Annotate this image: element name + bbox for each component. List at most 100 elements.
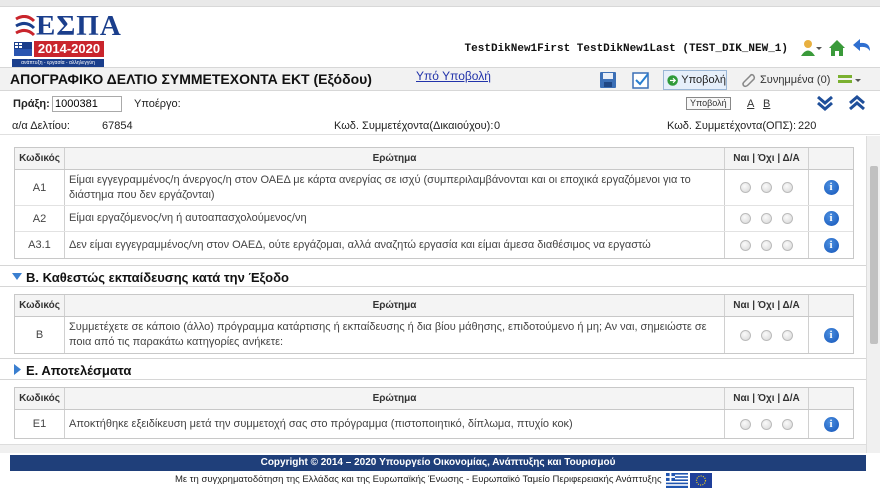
funding-text: Με τη συγχρηματοδότηση της Ελλάδας και τ… [175,474,662,485]
collapsed-arrow-icon [14,364,21,375]
logo-text: ΕΣΠΑ [36,10,122,42]
answer-radios [725,170,809,205]
questionnaire-content: Κωδικός Ερώτημα Ναι | Όχι | Δ/Α Α1 Είμαι… [0,136,866,444]
radio-yes[interactable] [740,213,751,224]
answer-radios [725,232,809,258]
radio-na[interactable] [782,239,793,251]
status-link[interactable]: Υπό Υποβολή [416,69,491,83]
aa-value: 67854 [102,120,133,132]
group-a-table: Κωδικός Ερώτημα Ναι | Όχι | Δ/Α Α1 Είμαι… [14,147,854,259]
answer-radios [725,317,809,353]
vertical-scrollbar[interactable] [866,136,880,453]
answer-radios [725,410,809,438]
row-code: Α2 [15,206,65,231]
section-b-table: Κωδικός Ερώτημα Ναι | Όχι | Δ/Α Β Συμμετ… [14,294,854,354]
row-code: Ε1 [15,410,65,438]
row-code: Β [15,317,65,353]
table-header: Κωδικός Ερώτημα Ναι | Όχι | Δ/Α [15,295,853,317]
radio-na[interactable] [782,213,793,224]
menu-icon[interactable] [836,70,862,90]
radio-na[interactable] [782,418,793,430]
collapse-all-icon[interactable] [816,95,834,114]
delt-info-row: α/α Δελτίου: 67854 Κωδ. Συμμετέχοντα(Δικ… [0,117,880,135]
greek-flag-icon [666,473,688,488]
info-icon[interactable]: i [823,416,839,432]
check-icon[interactable] [632,70,650,90]
section-e-table: Κωδικός Ερώτημα Ναι | Όχι | Δ/Α Ε1 Αποκτ… [14,387,854,439]
submit-button[interactable]: Υποβολή [663,70,727,90]
app-header: ΕΣΠΑ 2014-2020 ανάπτυξη - εργασία - αλλη… [0,7,880,67]
kod-ops-value: 220 [798,120,817,132]
espa-logo: ΕΣΠΑ 2014-2020 ανάπτυξη - εργασία - αλλη… [12,11,121,67]
row-question: Αποκτήθηκε εξειδίκευση μετά την συμμετοχ… [65,410,725,438]
user-icon[interactable] [800,39,822,60]
section-e-title: Ε. Αποτελέσματα [26,363,132,378]
section-b-title: Β. Καθεστώς εκπαίδευσης κατά την Έξοδο [26,270,289,285]
radio-no[interactable] [761,213,772,224]
scrollbar-thumb[interactable] [870,166,878,344]
table-row: Α3.1 Δεν είμαι εγγεγραμμένος/νη στον ΟΑΕ… [15,232,853,258]
header-answer: Ναι | Όχι | Δ/Α [725,148,809,169]
radio-na[interactable] [782,329,793,341]
row-question: Συμμετέχετε σε κάποιο (άλλο) πρόγραμμα κ… [65,317,725,353]
ypoergo-label: Υποέργο: [134,98,181,110]
logo-years: 2014-2020 [34,41,104,57]
info-icon[interactable]: i [823,180,839,195]
header-answer: Ναι | Όχι | Δ/Α [725,388,809,409]
eu-flag-icon [690,473,712,488]
save-icon[interactable] [599,70,617,90]
row-code: Α3.1 [15,232,65,258]
radio-no[interactable] [761,239,772,251]
header-question: Ερώτημα [65,388,725,409]
header-code: Κωδικός [15,388,65,409]
info-icon[interactable]: i [823,327,839,343]
submit-arrow-icon [667,74,678,86]
row-question: Είμαι εργαζόμενος/νη ή αυτοαπασχολούμενο… [65,206,725,231]
info-icon[interactable]: i [823,237,839,253]
radio-yes[interactable] [740,182,751,193]
expand-all-icon[interactable] [848,95,866,114]
logo-tagline: ανάπτυξη - εργασία - αλληλεγγύη [12,59,104,67]
flags-icon [14,42,32,56]
header-code: Κωδικός [15,295,65,316]
info-icon[interactable]: i [823,211,839,226]
submit-tooltip: Υποβολή [686,97,731,110]
attachments-label: Συνημμένα (0) [760,74,831,86]
radio-na[interactable] [782,182,793,193]
table-row: Ε1 Αποκτήθηκε εξειδίκευση μετά την συμμε… [15,410,853,438]
link-a[interactable]: Α [747,98,754,110]
page-title: ΑΠΟΓΡΑΦΙΚΟ ΔΕΛΤΙΟ ΣΥΜΜΕΤΕΧΟΝΤΑ ΕΚΤ (Εξόδ… [10,71,372,87]
section-e-header[interactable]: Ε. Αποτελέσματα [0,358,866,380]
header-question: Ερώτημα [65,295,725,316]
horizontal-scrollbar[interactable] [0,444,866,453]
paperclip-icon [742,73,756,88]
radio-yes[interactable] [740,239,751,251]
home-icon[interactable] [828,39,846,60]
attachments-button[interactable]: Συνημμένα (0) [740,70,830,90]
kod-dik-value: 0 [494,120,501,132]
kod-dik-label: Κωδ. Συμμετέχοντα(Δικαιούχου): [334,120,494,132]
radio-no[interactable] [761,182,772,193]
current-user: TestDikNew1First TestDikNew1Last (TEST_D… [464,43,788,55]
row-code: Α1 [15,170,65,205]
submit-label: Υποβολή [681,74,726,86]
table-header: Κωδικός Ερώτημα Ναι | Όχι | Δ/Α [15,388,853,410]
radio-yes[interactable] [740,418,751,430]
praxi-input[interactable] [52,96,122,112]
expanded-arrow-icon [12,273,22,280]
copyright-footer: Copyright © 2014 – 2020 Υπουργείο Οικονο… [10,455,866,471]
table-row: Α2 Είμαι εργαζόμενος/νη ή αυτοαπασχολούμ… [15,206,853,232]
link-b[interactable]: Β [763,98,770,110]
aa-label: α/α Δελτίου: [12,120,70,132]
radio-no[interactable] [761,418,772,430]
section-b-header[interactable]: Β. Καθεστώς εκπαίδευσης κατά την Έξοδο [0,265,866,287]
funding-note: Με τη συγχρηματοδότηση της Ελλάδας και τ… [0,472,880,498]
filter-bar: Πράξη: Υποέργο: Υποβολή Α Β [0,92,880,116]
radio-yes[interactable] [740,329,751,341]
browser-top-strip [0,0,880,7]
header-icons [800,39,872,60]
row-question: Δεν είμαι εγγεγραμμένος/νη στον ΟΑΕΔ, ού… [65,232,725,258]
radio-no[interactable] [761,329,772,341]
header-code: Κωδικός [15,148,65,169]
logout-icon[interactable] [852,39,872,60]
